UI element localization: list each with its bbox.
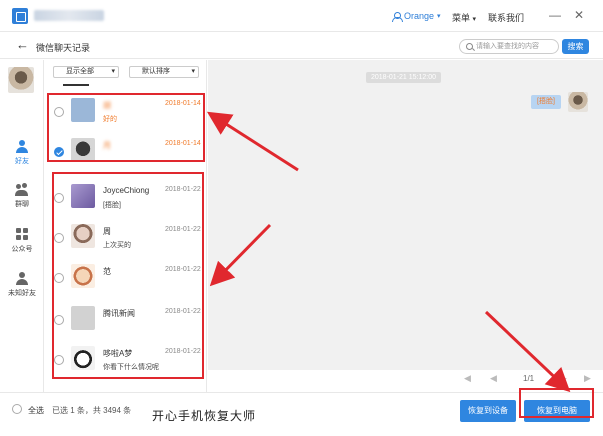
list-item[interactable]: 月 2018-01-14 <box>45 132 206 176</box>
contact-preview: 你看下什么情况呢 <box>103 364 159 371</box>
group-icon <box>15 183 29 196</box>
contact-name: 哆啦A梦 <box>103 349 133 358</box>
back-arrow-icon[interactable]: ← <box>16 37 29 52</box>
left-nav: 好友 群聊 公众号 未知好友 <box>0 60 44 392</box>
sort-dropdown[interactable]: 默认排序 <box>129 66 199 78</box>
avatar[interactable] <box>8 67 34 93</box>
contact-us-link[interactable]: 联系我们 <box>488 11 524 24</box>
avatar <box>71 346 95 370</box>
user-icon <box>392 11 403 22</box>
close-button[interactable]: ✕ <box>572 8 586 22</box>
search-icon <box>466 43 473 50</box>
first-page-icon[interactable]: ◀ <box>464 373 471 384</box>
menu-label: 菜单 <box>452 13 471 23</box>
select-radio[interactable] <box>54 233 64 243</box>
bottom-bar: 全选 已选 1 条，共 3494 条 开心手机恢复大师 恢复到设备 恢复到电脑 <box>0 392 603 436</box>
nav-item-unknown-friends[interactable]: 未知好友 <box>0 272 44 298</box>
next-page-icon[interactable]: ▶ <box>560 373 567 384</box>
nav-item-groups[interactable]: 群聊 <box>0 183 44 209</box>
message-bubble: [捂脸] <box>531 95 561 109</box>
chat-area: 2018-01-21 15:12:00 [捂脸] <box>208 60 603 370</box>
search-input[interactable] <box>476 41 556 52</box>
watermark-caption: 开心手机恢复大师 <box>152 409 257 423</box>
avatar <box>71 138 95 162</box>
filter-dropdown[interactable]: 显示全部 <box>53 66 119 78</box>
select-radio[interactable] <box>54 193 64 203</box>
contact-name: JoyceChiong <box>103 186 150 195</box>
contact-name: 周 <box>103 227 111 236</box>
select-all-radio[interactable] <box>12 404 22 414</box>
contact-date: 2018-01-22 <box>165 266 201 273</box>
page-title: 微信聊天记录 <box>36 43 91 53</box>
search-button[interactable]: 搜索 <box>562 39 589 54</box>
list-item[interactable]: 周 2018-01-22 上次买的 <box>45 218 206 262</box>
list-item[interactable]: 胡 2018-01-14 好的 <box>45 92 206 136</box>
app-name-blurred <box>34 10 104 21</box>
contact-preview: 好的 <box>103 116 117 123</box>
title-bar: Orange ▾ 菜单 ▾ 联系我们 — ✕ <box>0 0 603 32</box>
grid-icon <box>15 228 29 241</box>
contact-date: 2018-01-22 <box>165 186 201 193</box>
avatar <box>71 264 95 288</box>
select-radio[interactable] <box>54 107 64 117</box>
nav-label: 群聊 <box>15 201 29 208</box>
last-page-icon[interactable]: ▶ <box>584 373 591 384</box>
list-item[interactable]: JoyceChiong 2018-01-22 [捂脸] <box>45 178 206 222</box>
pagination: ◀ ◀ 1/1 ▶ ▶ <box>208 370 603 388</box>
contact-list-panel: 显示全部 默认排序 胡 2018-01-14 好的 月 2018-01-14 J… <box>45 60 207 392</box>
list-item[interactable]: 范 2018-01-22 <box>45 258 206 302</box>
username-label: Orange <box>404 11 435 21</box>
search-box[interactable] <box>459 39 559 54</box>
avatar <box>568 92 588 112</box>
list-item[interactable]: 腾讯新闻 2018-01-22 <box>45 300 206 344</box>
prev-page-icon[interactable]: ◀ <box>490 373 497 384</box>
user-menu[interactable]: Orange ▾ <box>392 11 441 22</box>
contact-name: 月 <box>103 141 111 150</box>
menu-button[interactable]: 菜单 ▾ <box>452 11 476 24</box>
nav-label: 未知好友 <box>8 290 36 297</box>
unknown-person-icon <box>15 272 29 285</box>
chevron-down-icon: ▾ <box>472 16 477 23</box>
restore-to-computer-button[interactable]: 恢复到电脑 <box>524 400 590 422</box>
contact-date: 2018-01-22 <box>165 348 201 355</box>
contact-name: 腾讯新闻 <box>103 309 135 318</box>
select-radio[interactable] <box>54 147 64 157</box>
contact-preview: [捂脸] <box>103 202 121 209</box>
avatar <box>71 98 95 122</box>
selected-count: 已选 1 条，共 3494 条 <box>52 406 132 415</box>
avatar <box>71 224 95 248</box>
avatar <box>71 184 95 208</box>
person-icon <box>15 140 29 153</box>
nav-item-official-accounts[interactable]: 公众号 <box>0 228 44 254</box>
contact-preview: 上次买的 <box>103 242 131 249</box>
restore-to-device-button[interactable]: 恢复到设备 <box>460 400 516 422</box>
sub-header: ← 微信聊天记录 搜索 <box>0 33 603 59</box>
contact-date: 2018-01-22 <box>165 226 201 233</box>
contact-name: 范 <box>103 267 111 276</box>
nav-label: 好友 <box>15 158 29 165</box>
minimize-button[interactable]: — <box>548 8 562 22</box>
page-indicator: 1/1 <box>523 374 535 383</box>
contact-date: 2018-01-14 <box>165 140 201 147</box>
select-radio[interactable] <box>54 355 64 365</box>
contact-date: 2018-01-22 <box>165 308 201 315</box>
timestamp-chip: 2018-01-21 15:12:00 <box>366 72 441 83</box>
select-radio[interactable] <box>54 273 64 283</box>
chevron-down-icon: ▾ <box>437 13 441 20</box>
contact-name: 胡 <box>103 101 111 110</box>
select-all-label[interactable]: 全选 <box>28 405 44 416</box>
contact-date: 2018-01-14 <box>165 100 201 107</box>
avatar <box>71 306 95 330</box>
app-logo-icon <box>12 8 28 24</box>
select-radio[interactable] <box>54 315 64 325</box>
nav-item-friends[interactable]: 好友 <box>0 140 44 166</box>
nav-label: 公众号 <box>11 246 33 253</box>
scroll-indicator <box>63 84 89 86</box>
list-item[interactable]: 哆啦A梦 2018-01-22 你看下什么情况呢 <box>45 340 206 384</box>
